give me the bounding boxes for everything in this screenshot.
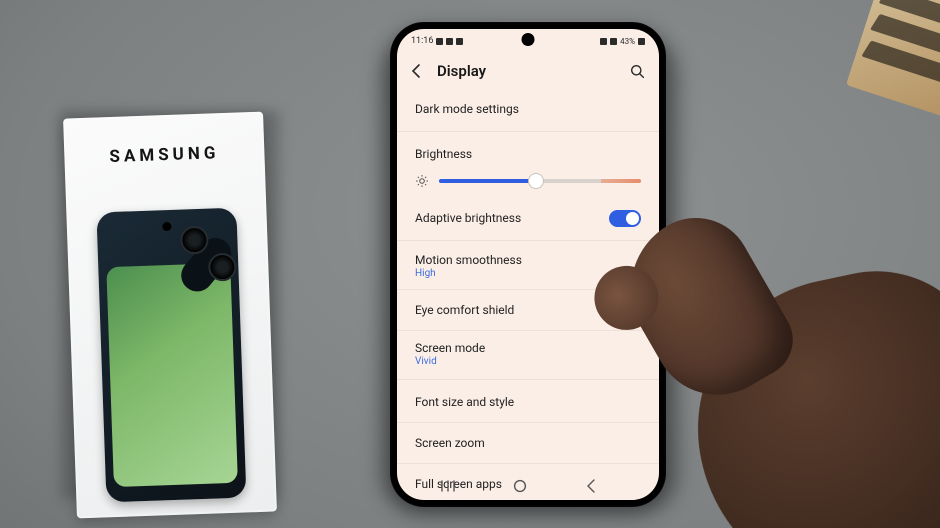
nav-back-icon (586, 479, 596, 493)
navigation-bar (397, 472, 659, 500)
scene-photo: SAMSUNG 11:16 43% (0, 0, 940, 528)
back-button[interactable] (411, 64, 429, 78)
box-brand-label: SAMSUNG (64, 142, 265, 169)
item-label: Brightness (415, 147, 472, 161)
status-battery: 43% (620, 37, 635, 46)
settings-list: Dark mode settings Brightness (397, 89, 659, 500)
chevron-left-icon (411, 64, 420, 78)
adaptive-brightness-toggle[interactable] (609, 210, 641, 227)
adaptive-brightness-item[interactable]: Adaptive brightness (397, 198, 659, 238)
item-label: Screen mode (415, 341, 485, 355)
item-label: Adaptive brightness (415, 211, 521, 225)
nav-home-button[interactable] (513, 479, 543, 493)
search-icon (630, 64, 645, 79)
brightness-label-row: Brightness (397, 134, 659, 168)
page-header: Display (397, 53, 659, 89)
screen-mode-item[interactable]: Screen mode Vivid (397, 330, 659, 377)
nav-recent-button[interactable] (440, 480, 470, 492)
recent-apps-icon (440, 480, 456, 492)
item-sublabel: High (415, 268, 522, 279)
item-label: Eye comfort shield (415, 303, 514, 317)
motion-smoothness-item[interactable]: Motion smoothness High (397, 243, 659, 289)
page-title: Display (437, 62, 486, 80)
item-label: Motion smoothness (415, 253, 522, 267)
status-time: 11:16 (411, 36, 433, 46)
product-box: SAMSUNG (63, 112, 277, 519)
brightness-slider[interactable] (439, 179, 641, 183)
wooden-block (846, 0, 940, 119)
item-label: Font size and style (415, 395, 514, 409)
battery-icon (638, 38, 645, 45)
signal-icon (600, 38, 607, 45)
phone-screen: 11:16 43% Display (397, 29, 659, 500)
item-sublabel: Vivid (415, 356, 485, 367)
wifi-icon (610, 38, 617, 45)
search-button[interactable] (630, 64, 645, 79)
dark-mode-settings-item[interactable]: Dark mode settings (397, 89, 659, 129)
screen-zoom-item[interactable]: Screen zoom (397, 422, 659, 463)
eye-comfort-toggle[interactable] (609, 302, 641, 319)
eye-comfort-item[interactable]: Eye comfort shield (397, 289, 659, 330)
item-label: Screen zoom (415, 436, 485, 450)
front-camera-notch (522, 33, 535, 46)
item-label: Dark mode settings (415, 102, 519, 116)
brightness-slider-row (397, 168, 659, 198)
home-icon (513, 479, 527, 493)
status-icon (446, 38, 453, 45)
phone-device: 11:16 43% Display (390, 22, 666, 507)
brightness-icon (415, 174, 429, 188)
nav-back-button[interactable] (586, 479, 616, 493)
status-icon (456, 38, 463, 45)
status-icon (436, 38, 443, 45)
brightness-slider-thumb[interactable] (528, 173, 544, 189)
font-size-item[interactable]: Font size and style (397, 382, 659, 422)
